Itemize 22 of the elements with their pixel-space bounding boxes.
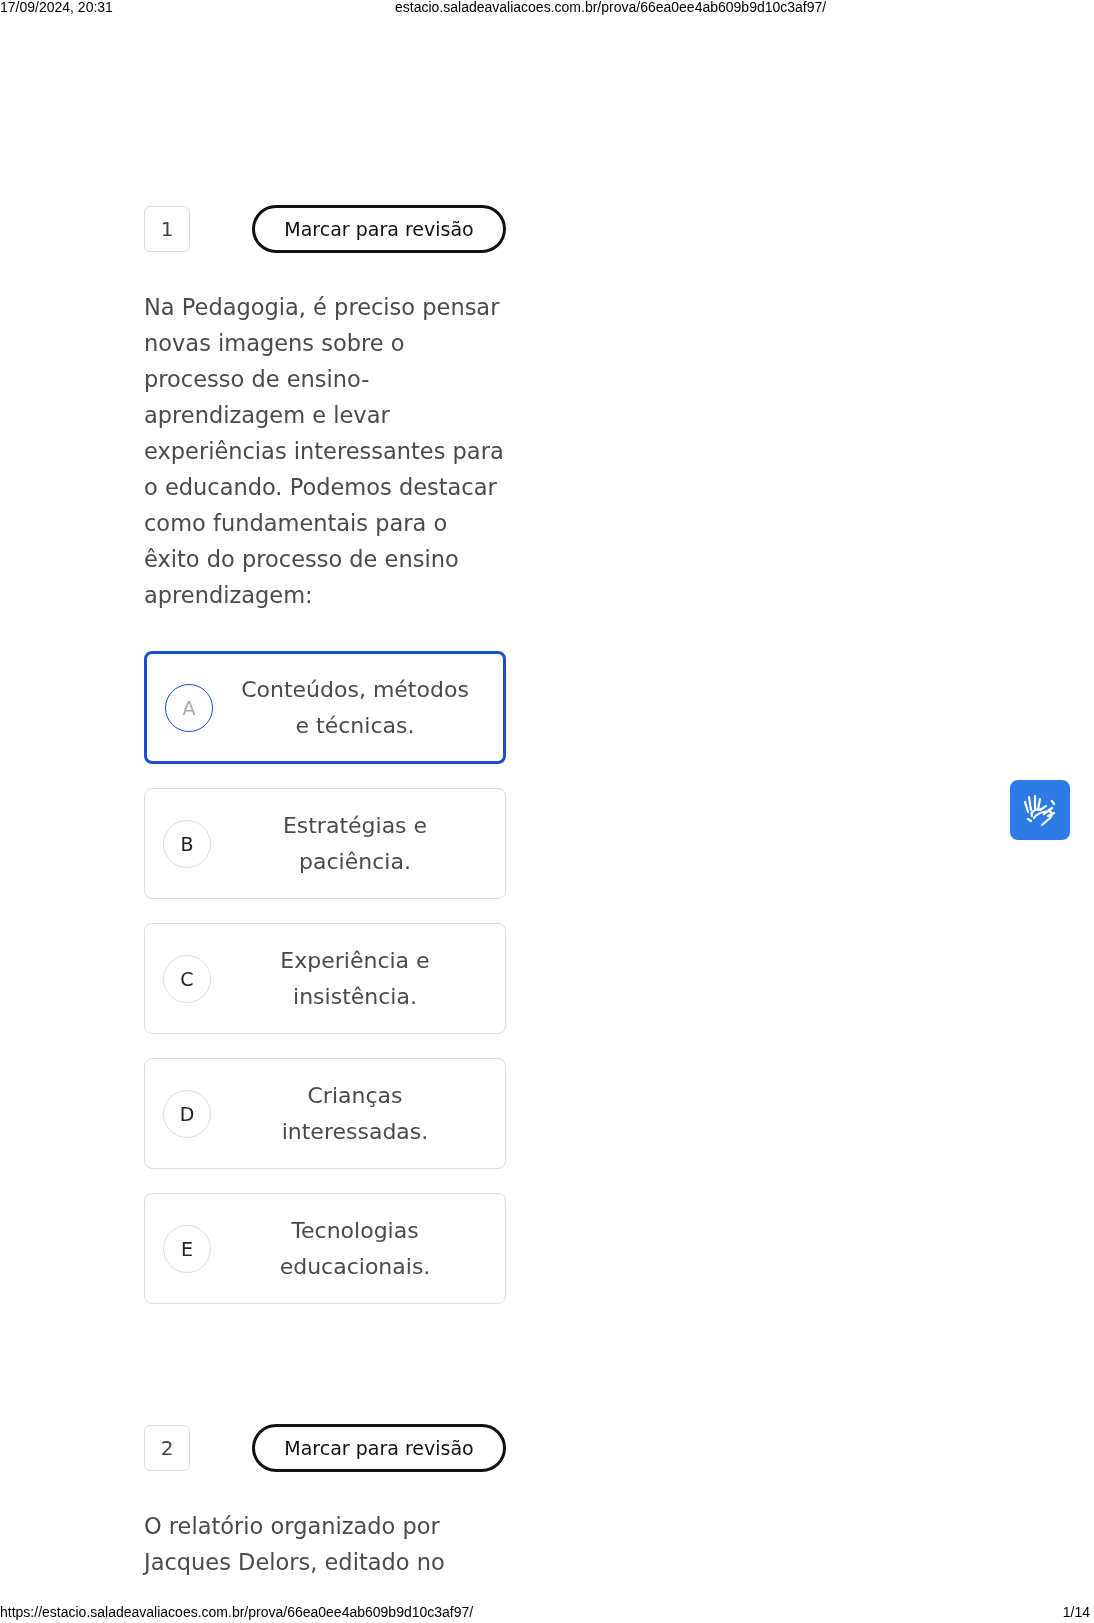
mark-for-review-button[interactable]: Marcar para revisão <box>252 205 506 253</box>
answer-option[interactable]: C Experiência e insistência. <box>144 923 506 1034</box>
question-text: Na Pedagogia, é preciso pensar novas imagens sobre o processo de ensino-aprendizagem e levar experiências interessantes para o educando. Podemos destacar como fundamentais para o êxito do processo de ensino aprendizagem: <box>144 293 505 610</box>
page-url: estacio.saladeavaliacoes.com.br/prova/66ea0ee4ab609b9d10c3af97/ <box>395 0 827 17</box>
page-url: https://estacio.saladeavaliacoes.com.br/prova/66ea0ee4ab609b9d10c3af97/ <box>0 1605 474 1622</box>
mark-for-review-button[interactable]: Marcar para revisão <box>252 1424 506 1472</box>
option-text: Tecnologias educacionais. <box>278 1216 432 1281</box>
answer-option[interactable]: E Tecnologias educacionais. <box>144 1193 506 1304</box>
answer-option[interactable]: A Conteúdos, métodos e técnicas. <box>144 651 506 764</box>
answer-option[interactable]: D Crianças interessadas. <box>144 1058 506 1169</box>
print-date: 17/09/2024, 20:31 <box>0 0 114 17</box>
option-text: Conteúdos, métodos e técnicas. <box>240 675 470 740</box>
sign-language-button[interactable] <box>1010 780 1070 840</box>
question-text: O relatório organizado por Jacques Delors, editado no <box>144 1512 446 1577</box>
hands-icon <box>1022 792 1058 828</box>
page-number: 1/14 <box>1062 1605 1090 1622</box>
question-number: 1 <box>144 206 190 252</box>
question-number: 2 <box>144 1425 190 1471</box>
option-text: Experiência e insistência. <box>279 946 431 1011</box>
answer-option[interactable]: B Estratégias e paciência. <box>144 788 506 899</box>
option-text: Crianças interessadas. <box>280 1081 430 1146</box>
option-text: Estratégias e paciência. <box>281 811 429 876</box>
